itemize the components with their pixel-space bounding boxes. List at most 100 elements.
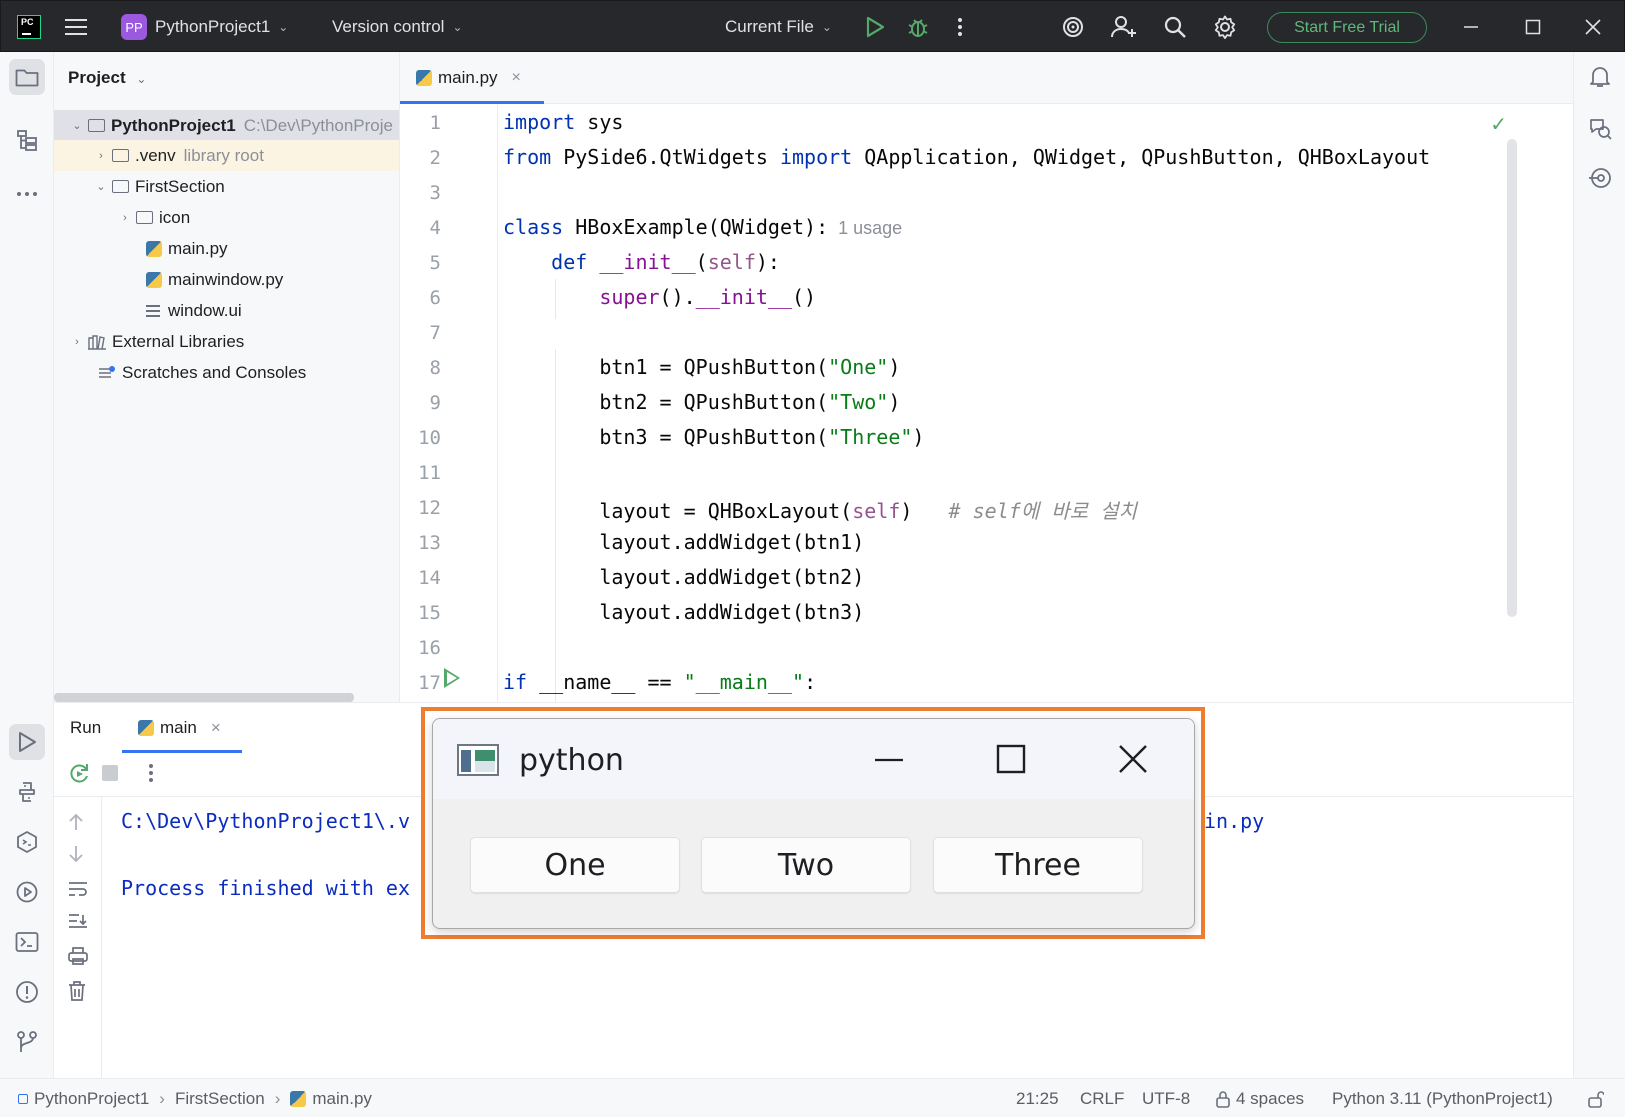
print-icon[interactable] [68, 947, 88, 970]
close-tab-icon[interactable]: × [512, 69, 521, 87]
project-switcher[interactable]: PP PythonProject1 ⌄ [121, 1, 288, 53]
tree-item-window-ui[interactable]: window.ui [54, 295, 399, 326]
file-encoding[interactable]: UTF-8 [1142, 1079, 1190, 1117]
debug-icon[interactable] [907, 1, 929, 53]
run-config-selector[interactable]: Current File ⌄ [725, 1, 832, 53]
chevron-down-icon[interactable]: ⌄ [94, 180, 108, 193]
tree-item-label: window.ui [168, 300, 242, 320]
git-branch-icon[interactable] [9, 1024, 45, 1060]
tree-item-main-py[interactable]: main.py [54, 233, 399, 264]
close-tab-icon[interactable]: × [211, 718, 221, 738]
main-menu-icon[interactable] [65, 1, 87, 53]
chevron-right-icon[interactable]: › [118, 212, 132, 224]
tab-main-py[interactable]: main.py × [400, 52, 544, 105]
more-actions-icon[interactable] [148, 763, 154, 788]
start-free-trial-button[interactable]: Start Free Trial [1267, 12, 1427, 43]
breadcrumb-folder[interactable]: FirstSection [175, 1089, 265, 1109]
line-number: 17 [418, 672, 441, 694]
right-tool-strip [1573, 52, 1625, 1078]
maximize-window-icon[interactable] [1525, 1, 1541, 53]
ai-assistant-icon[interactable] [1061, 1, 1085, 53]
python-console-icon[interactable] [9, 824, 45, 860]
qt-button-three[interactable]: Three [933, 837, 1143, 893]
more-actions-icon[interactable] [957, 1, 963, 53]
notifications-bell-icon[interactable] [1582, 59, 1618, 95]
scroll-down-icon[interactable] [68, 845, 84, 868]
line-number: 11 [418, 462, 441, 484]
run-tool-icon[interactable] [9, 724, 45, 760]
line-separator[interactable]: CRLF [1080, 1079, 1124, 1117]
version-control-label: Version control [332, 17, 445, 36]
breadcrumb-file[interactable]: main.py [312, 1089, 372, 1109]
run-gutter-icon[interactable] [444, 668, 460, 688]
settings-gear-icon[interactable] [1213, 1, 1237, 53]
chevron-right-icon[interactable]: › [70, 336, 84, 348]
tree-item-icon-folder[interactable]: › icon [54, 202, 399, 233]
tree-item-venv[interactable]: › .venv library root [54, 140, 399, 171]
vertical-scrollbar[interactable] [1507, 139, 1517, 617]
line-number: 10 [418, 427, 441, 449]
more-tools-icon[interactable] [9, 176, 45, 212]
qt-button-two[interactable]: Two [701, 837, 911, 893]
maximize-icon[interactable] [989, 737, 1033, 781]
line-number-gutter: 1 2 3 4 5 6 7 8 9 10 11 12 13 14 15 16 1… [400, 104, 498, 702]
chevron-down-icon[interactable]: ⌄ [70, 119, 84, 132]
code-editor[interactable]: 1 2 3 4 5 6 7 8 9 10 11 12 13 14 15 16 1… [400, 104, 1573, 702]
trash-icon[interactable] [68, 981, 86, 1006]
tree-item-project-root[interactable]: ⌄ PythonProject1 C:\Dev\PythonProje [54, 110, 399, 141]
breadcrumb-project[interactable]: PythonProject1 [34, 1089, 149, 1109]
horizontal-scrollbar[interactable] [54, 693, 354, 702]
close-window-icon[interactable] [1585, 1, 1601, 53]
terminal-icon[interactable] [9, 924, 45, 960]
ai-chat-icon[interactable] [1582, 110, 1618, 146]
no-problems-check-icon[interactable]: ✓ [1490, 112, 1507, 137]
search-icon[interactable] [1163, 1, 1187, 53]
line-number: 4 [429, 217, 441, 239]
code-line: def __init__(self): [551, 250, 780, 274]
indent-setting[interactable]: 4 spaces [1216, 1079, 1304, 1117]
version-control-menu[interactable]: Version control ⌄ [332, 1, 463, 53]
chevron-right-icon[interactable]: › [94, 150, 108, 162]
commit-history-icon[interactable] [1582, 160, 1618, 196]
add-user-icon[interactable] [1111, 1, 1137, 53]
project-tool-folder-icon[interactable] [9, 59, 45, 95]
folder-icon [112, 180, 129, 193]
caret-position[interactable]: 21:25 [1016, 1079, 1059, 1117]
code-line: if __name__ == "__main__": [503, 670, 817, 694]
python-file-icon [416, 70, 432, 86]
scroll-up-icon[interactable] [68, 813, 84, 836]
python-file-icon [146, 271, 162, 288]
project-panel-title[interactable]: Project ⌄ [68, 68, 146, 88]
module-icon [18, 1093, 28, 1104]
tree-item-mainwindow-py[interactable]: mainwindow.py [54, 264, 399, 295]
run-icon[interactable] [865, 1, 885, 53]
tab-label: main.py [438, 68, 498, 87]
minimize-window-icon[interactable] [1463, 1, 1479, 53]
qt-window-titlebar[interactable]: python [433, 719, 1194, 799]
chevron-right-icon: › [159, 1088, 165, 1108]
code-line: layout.addWidget(btn3) [503, 600, 865, 624]
code-line: from PySide6.QtWidgets import QApplicati… [503, 145, 1431, 169]
python-interpreter[interactable]: Python 3.11 (PythonProject1) [1332, 1079, 1553, 1117]
close-icon[interactable] [1111, 737, 1155, 781]
services-icon[interactable] [9, 874, 45, 910]
read-only-lock-icon[interactable] [1588, 1079, 1604, 1117]
tree-item-external-libraries[interactable]: › External Libraries [54, 326, 399, 357]
tree-item-scratches[interactable]: Scratches and Consoles [54, 357, 399, 388]
qt-button-one[interactable]: One [470, 837, 680, 893]
usage-hint[interactable]: 1 usage [838, 218, 902, 238]
scroll-to-end-icon[interactable] [68, 913, 88, 934]
rerun-icon[interactable] [68, 763, 90, 790]
tree-item-firstsection[interactable]: ⌄ FirstSection [54, 171, 399, 202]
problems-icon[interactable] [9, 974, 45, 1010]
structure-icon[interactable] [9, 122, 45, 158]
run-tab-main[interactable]: main × [122, 703, 242, 753]
tree-item-label: .venv [135, 145, 176, 165]
stop-icon[interactable] [102, 765, 118, 786]
line-number: 13 [418, 532, 441, 554]
python-file-icon [146, 240, 162, 257]
highlight-frame: python One Two Three [421, 707, 1205, 939]
minimize-icon[interactable] [867, 737, 911, 781]
python-packages-icon[interactable] [9, 774, 45, 810]
soft-wrap-icon[interactable] [68, 881, 88, 902]
